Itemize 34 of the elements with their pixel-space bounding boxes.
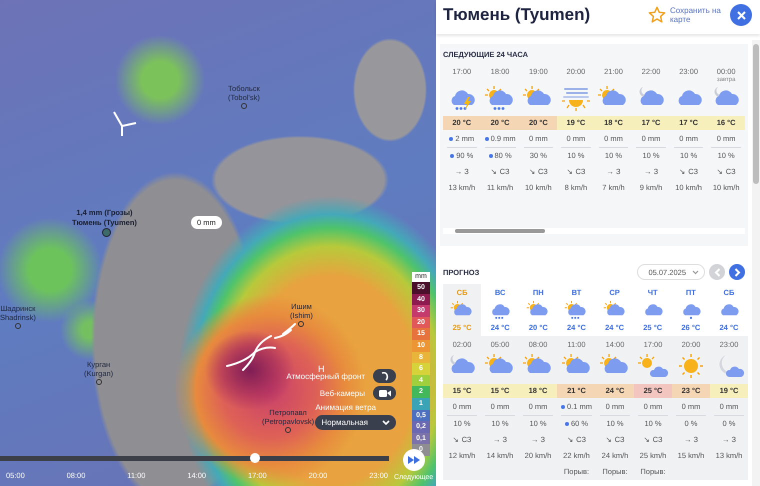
- star-icon[interactable]: [648, 6, 666, 24]
- location-marker-icon: [102, 228, 111, 237]
- vertical-scrollbar[interactable]: [752, 40, 760, 486]
- city-marker-icon: [14, 323, 21, 329]
- save-on-map-link[interactable]: Сохранить на карте: [670, 6, 722, 24]
- timeline-track[interactable]: [0, 456, 389, 461]
- chevron-left-icon: [714, 268, 720, 276]
- fast-forward-icon: [406, 455, 421, 465]
- front-icon: [380, 371, 390, 381]
- wind-animation-label: Анимация ветра: [315, 403, 376, 412]
- precipitation-map[interactable]: [0, 0, 436, 486]
- close-icon: [736, 10, 746, 20]
- layer-label: Атмосферный фронт: [286, 372, 365, 380]
- city-marker-icon: [96, 379, 102, 385]
- chevron-right-icon: [734, 268, 740, 276]
- camera-icon: [378, 388, 390, 398]
- sun-cloud-icon: [637, 353, 670, 379]
- layer-label: Веб-камеры: [320, 388, 365, 398]
- city-marker-icon: [285, 427, 292, 433]
- next-button[interactable]: [729, 264, 745, 280]
- front-layer-button[interactable]: [373, 369, 396, 383]
- caret-icon: [692, 270, 699, 274]
- horizontal-scrollbar[interactable]: [443, 228, 745, 234]
- city-marker-icon: [298, 321, 304, 327]
- sun-cloud-rain-icon: [564, 300, 588, 320]
- webcam-layer-button[interactable]: [373, 386, 396, 400]
- caret-icon: [382, 420, 390, 426]
- pressure-mark: Н: [318, 364, 324, 374]
- city-marker-icon: [240, 103, 247, 109]
- animation-speed-select[interactable]: Нормальная: [315, 415, 396, 430]
- close-button[interactable]: [730, 4, 752, 26]
- location-title: Тюмень (Tyumen): [443, 5, 592, 25]
- fog-sun-icon: [560, 85, 592, 111]
- timeline-handle[interactable]: [250, 453, 260, 463]
